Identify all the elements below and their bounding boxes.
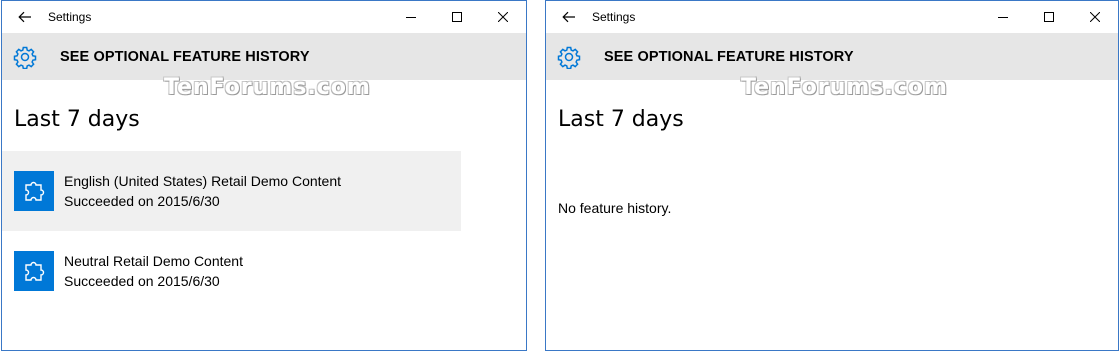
gear-icon: [546, 45, 592, 69]
list-item[interactable]: English (United States) Retail Demo Cont…: [2, 151, 461, 231]
minimize-button[interactable]: [980, 1, 1026, 33]
section-title: Last 7 days: [558, 107, 684, 132]
maximize-button[interactable]: [1026, 1, 1072, 33]
close-button[interactable]: [1072, 1, 1118, 33]
list-item[interactable]: Neutral Retail Demo Content Succeeded on…: [2, 231, 461, 311]
window-controls: [980, 1, 1118, 33]
back-arrow-icon: [18, 11, 31, 23]
minimize-button[interactable]: [388, 1, 434, 33]
gear-icon: [2, 45, 48, 69]
item-name: Neutral Retail Demo Content: [64, 253, 243, 269]
back-arrow-icon: [562, 11, 575, 23]
maximize-button[interactable]: [434, 1, 480, 33]
page-title: SEE OPTIONAL FEATURE HISTORY: [604, 48, 854, 65]
back-button[interactable]: [546, 1, 592, 33]
settings-window-right: Settings SEE OPTIONAL FEATURE HISTORY Te…: [545, 0, 1119, 351]
maximize-icon: [1044, 12, 1054, 22]
minimize-icon: [998, 17, 1008, 18]
title-bar: Settings: [2, 1, 526, 33]
close-icon: [498, 12, 508, 22]
back-button[interactable]: [2, 1, 48, 33]
puzzle-icon: [14, 251, 54, 291]
page-header: SEE OPTIONAL FEATURE HISTORY: [546, 33, 1118, 80]
close-icon: [1090, 12, 1100, 22]
item-name: English (United States) Retail Demo Cont…: [64, 173, 342, 189]
settings-window-left: Settings SEE OPTIONAL FEATURE HISTORY Te…: [1, 0, 527, 351]
puzzle-icon: [14, 171, 54, 211]
item-status: Succeeded on 2015/6/30: [64, 273, 220, 289]
empty-state-message: No feature history.: [558, 200, 672, 216]
title-bar: Settings: [546, 1, 1118, 33]
item-status: Succeeded on 2015/6/30: [64, 193, 220, 209]
window-controls: [388, 1, 526, 33]
window-title: Settings: [48, 10, 92, 24]
page-header: SEE OPTIONAL FEATURE HISTORY: [2, 33, 526, 80]
watermark: TenForums.com: [741, 75, 948, 100]
window-title: Settings: [592, 10, 636, 24]
section-title: Last 7 days: [14, 107, 140, 132]
watermark: TenForums.com: [164, 75, 371, 100]
minimize-icon: [406, 17, 416, 18]
page-title: SEE OPTIONAL FEATURE HISTORY: [60, 48, 310, 65]
close-button[interactable]: [480, 1, 526, 33]
maximize-icon: [452, 12, 462, 22]
